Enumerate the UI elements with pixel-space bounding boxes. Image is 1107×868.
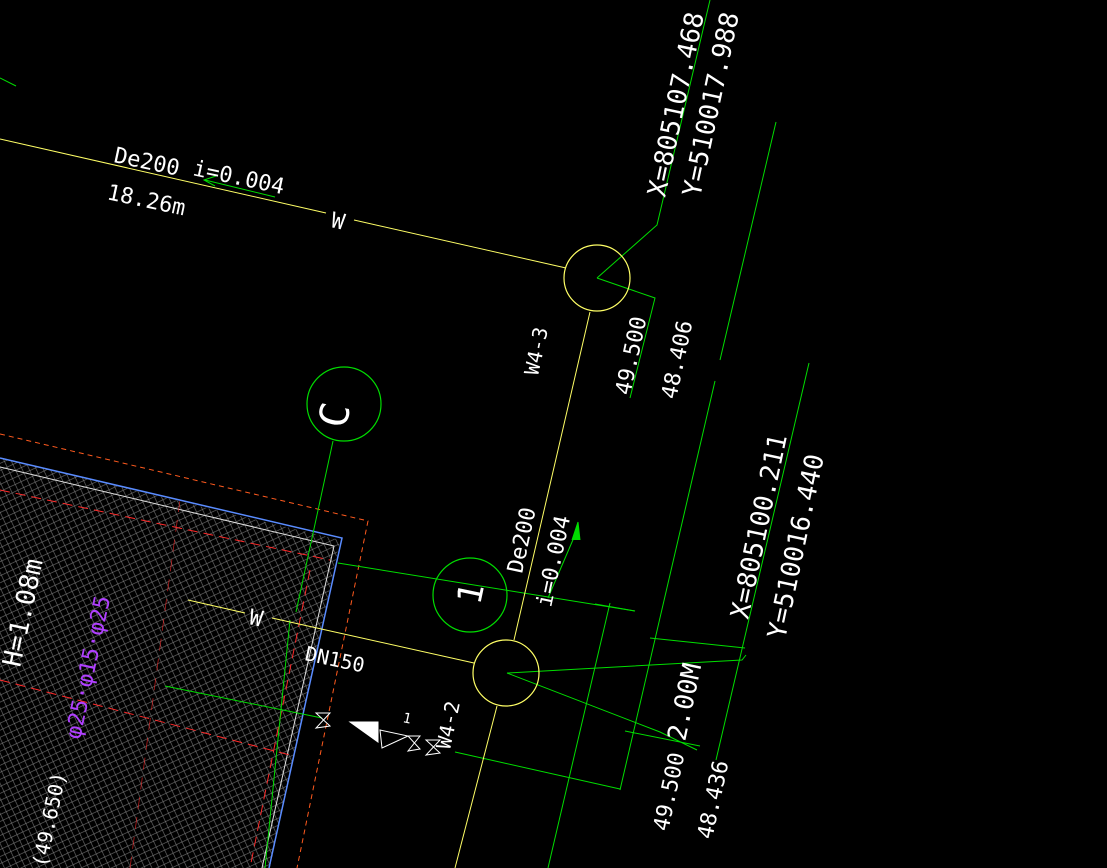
pipe-top-length: 18.26m [105,180,188,221]
manhole-w4-3-rim-elevation: 49.500 [611,314,652,397]
pipe-vertical-slope: i=0.004 [532,513,576,609]
manhole-w4-2-depth: 2.00M [663,661,709,744]
manhole-w4-2-label: W4-2 [431,699,464,751]
pipe-top-segment-b[interactable] [353,219,567,269]
circle-1-symbol[interactable]: 1 [432,557,508,633]
pipe-top-size: De200 [112,143,182,181]
manhole-w4-2[interactable] [472,639,540,707]
valve-mark: 1 [401,710,413,727]
manhole-w4-2-rim-elevation: 49.500 [649,750,690,833]
valve-assembly[interactable] [314,712,442,756]
cad-drawing-canvas[interactable]: C 1 De200 i=0.004 18.26m W W4-3 X=805107… [0,0,1107,868]
pipe-lower-vertical[interactable] [454,705,498,868]
circle-c-label: C [310,399,360,432]
manhole-w4-3-label: W4-3 [519,325,552,377]
pipe-vertical-size: De200 [503,505,541,575]
circle-1-label: 1 [450,580,493,608]
manhole-w4-2-invert-elevation: 48.436 [693,758,734,841]
manhole-w4-3-invert-elevation: 48.406 [657,318,698,401]
circle-c-symbol[interactable]: C [306,366,382,442]
pipe-top-mark: W [329,208,348,235]
